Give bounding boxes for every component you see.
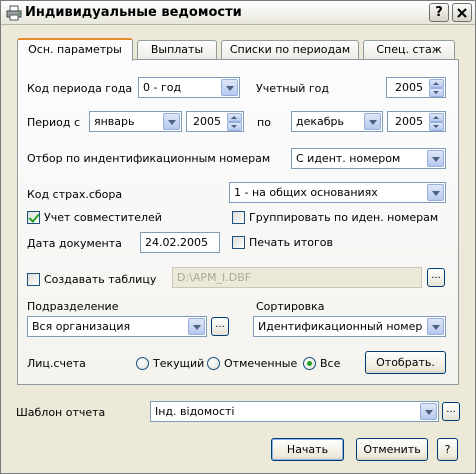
template-label: Шаблон отчета	[16, 406, 106, 419]
select-button[interactable]: Отобрать.	[365, 351, 446, 374]
radio-marked-label[interactable]: Отмеченные	[224, 357, 297, 370]
spin-up-icon[interactable]	[429, 79, 444, 88]
close-button[interactable]	[452, 3, 472, 22]
period-code-label: Код периода года	[27, 82, 133, 95]
part-timers-label[interactable]: Учет совместителей	[44, 211, 162, 224]
period-to-label: по	[257, 116, 271, 129]
tab-period-lists[interactable]: Списки по периодам	[221, 40, 359, 60]
spin-up-icon[interactable]	[429, 113, 444, 122]
spin-down-icon[interactable]	[227, 122, 242, 131]
print-totals-checkbox[interactable]	[232, 236, 245, 249]
template-select[interactable]: Інд. відомості	[150, 401, 439, 422]
table-path-field: D:\APM_I.DBF	[172, 267, 422, 288]
part-timers-checkbox[interactable]	[27, 211, 40, 224]
radio-current-label[interactable]: Текущий	[153, 357, 204, 370]
chevron-down-icon	[427, 150, 444, 167]
spin-down-icon[interactable]	[429, 88, 444, 97]
chevron-down-icon	[188, 318, 205, 335]
tab-main-params[interactable]: Осн. параметры	[17, 38, 133, 61]
tab-payments[interactable]: Выплаты	[137, 40, 217, 60]
period-from-month-select[interactable]: январь	[89, 111, 182, 132]
radio-marked[interactable]	[207, 357, 220, 370]
fiscal-year-spinner[interactable]: 2005	[386, 77, 446, 98]
print-totals-label[interactable]: Печать итогов	[249, 236, 333, 249]
chevron-down-icon	[163, 113, 180, 130]
insurance-code-select[interactable]: 1 - на общих основаниях	[229, 182, 446, 203]
period-from-year-spinner[interactable]: 2005	[186, 111, 244, 132]
group-by-id-checkbox[interactable]	[232, 211, 245, 224]
chevron-down-icon	[364, 113, 381, 130]
doc-date-label: Дата документа	[27, 237, 122, 250]
close-icon	[457, 8, 467, 18]
period-to-year-spinner[interactable]: 2005	[387, 111, 446, 132]
chevron-down-icon	[221, 79, 238, 96]
printer-icon	[6, 5, 22, 21]
id-filter-select[interactable]: С идент. номером	[291, 148, 446, 169]
fiscal-year-label: Учетный год	[256, 82, 330, 95]
create-table-label[interactable]: Создавать таблицу	[44, 273, 156, 286]
spin-down-icon[interactable]	[429, 122, 444, 131]
chevron-down-icon	[420, 403, 437, 420]
radio-all[interactable]	[303, 357, 316, 370]
radio-all-label[interactable]: Все	[320, 357, 340, 370]
browse-table-button[interactable]: ...	[427, 268, 445, 287]
period-code-select[interactable]: 0 - год	[138, 77, 240, 98]
radio-current[interactable]	[136, 357, 149, 370]
period-from-label: Период с	[27, 116, 81, 129]
tab-special-experience[interactable]: Спец. стаж	[363, 40, 455, 60]
sort-label: Сортировка	[256, 300, 325, 313]
browse-template-button[interactable]: ...	[442, 402, 460, 421]
doc-date-field[interactable]: 24.02.2005	[140, 232, 220, 253]
sort-select[interactable]: Идентификационный номер	[253, 316, 446, 337]
chevron-down-icon	[427, 184, 444, 201]
start-button[interactable]: Начать	[271, 438, 344, 461]
department-select[interactable]: Вся организация	[27, 316, 207, 337]
help-title-button[interactable]: ?	[429, 3, 449, 22]
title-bar: Индивидуальные ведомости ?	[1, 1, 475, 25]
group-by-id-label[interactable]: Группировать по иден. номерам	[249, 211, 438, 224]
accounts-label: Лиц.счета	[27, 357, 86, 370]
spin-up-icon[interactable]	[227, 113, 242, 122]
insurance-code-label: Код страх.сбора	[27, 188, 123, 201]
help-button[interactable]: ?	[437, 438, 458, 461]
window-title: Индивидуальные ведомости	[25, 5, 242, 20]
id-filter-label: Отбор по индентификационным номерам	[27, 152, 271, 165]
create-table-checkbox[interactable]	[27, 273, 40, 286]
period-to-month-select[interactable]: декабрь	[291, 111, 383, 132]
dialog-window: Индивидуальные ведомости ? Осн. параметр…	[0, 0, 476, 474]
browse-department-button[interactable]: ...	[211, 317, 229, 336]
department-label: Подразделение	[27, 300, 119, 313]
cancel-button[interactable]: Отменить	[356, 438, 428, 461]
chevron-down-icon	[427, 318, 444, 335]
